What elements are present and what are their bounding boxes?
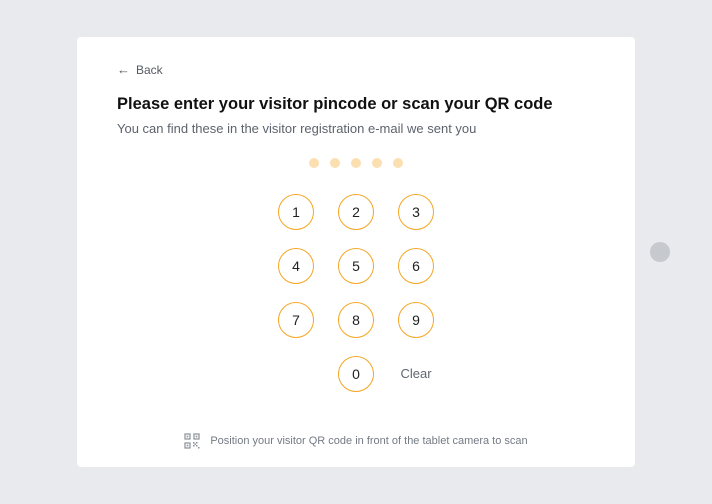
page-subtitle: You can find these in the visitor regist… <box>117 121 595 136</box>
home-button[interactable] <box>650 242 670 262</box>
keypad: 1 2 3 4 5 6 7 8 9 0 Clear <box>117 194 595 392</box>
page-title: Please enter your visitor pincode or sca… <box>117 95 595 114</box>
key-1[interactable]: 1 <box>278 194 314 230</box>
back-label: Back <box>136 63 163 77</box>
clear-button[interactable]: Clear <box>398 356 434 392</box>
pin-dot <box>330 158 340 168</box>
key-0[interactable]: 0 <box>338 356 374 392</box>
key-5[interactable]: 5 <box>338 248 374 284</box>
key-9[interactable]: 9 <box>398 302 434 338</box>
pin-indicator <box>117 158 595 168</box>
footer-text: Position your visitor QR code in front o… <box>210 435 527 447</box>
key-6[interactable]: 6 <box>398 248 434 284</box>
arrow-left-icon: ← <box>117 63 130 76</box>
pin-dot <box>393 158 403 168</box>
key-4[interactable]: 4 <box>278 248 314 284</box>
key-3[interactable]: 3 <box>398 194 434 230</box>
footer: Position your visitor QR code in front o… <box>77 433 635 449</box>
pin-dot <box>372 158 382 168</box>
pin-dot <box>351 158 361 168</box>
qr-code-icon <box>184 433 200 449</box>
tablet-frame: ← Back Please enter your visitor pincode… <box>22 22 690 482</box>
key-2[interactable]: 2 <box>338 194 374 230</box>
back-button[interactable]: ← Back <box>117 63 163 77</box>
screen: ← Back Please enter your visitor pincode… <box>77 37 635 467</box>
pin-dot <box>309 158 319 168</box>
key-7[interactable]: 7 <box>278 302 314 338</box>
key-8[interactable]: 8 <box>338 302 374 338</box>
